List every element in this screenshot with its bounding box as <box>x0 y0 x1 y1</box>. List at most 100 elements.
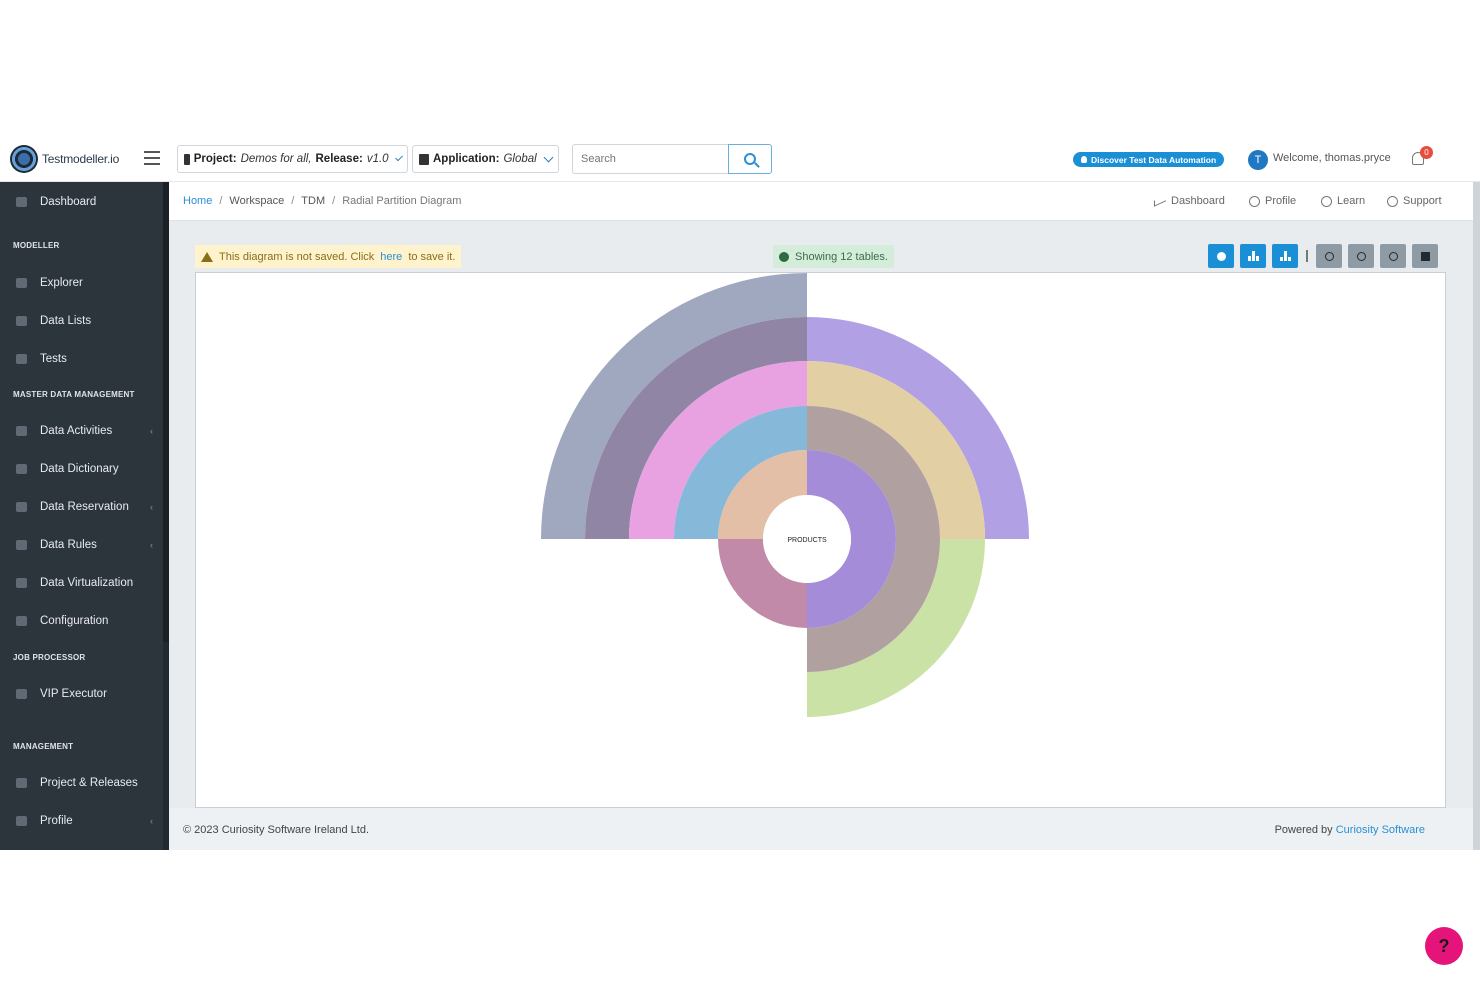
folder-icon <box>16 778 27 788</box>
unsaved-warning: This diagram is not saved. Click here to… <box>195 245 462 268</box>
rocket-icon <box>16 354 27 364</box>
top-navbar: Testmodeller.io Project: Demos for all, … <box>0 136 1480 182</box>
search-button[interactable] <box>728 144 772 174</box>
breadcrumb-tdm[interactable]: TDM <box>301 195 325 207</box>
sidebar-item-label: Tests <box>40 353 67 365</box>
sidebar-item-label: Data Virtualization <box>40 577 134 589</box>
chevron-down-icon <box>394 153 403 162</box>
stop-button[interactable] <box>1412 244 1438 268</box>
save-link[interactable]: here <box>380 251 402 263</box>
diagram-canvas[interactable]: PRODUCTS <box>195 272 1446 808</box>
brand-logo[interactable]: Testmodeller.io <box>10 145 119 173</box>
sidebar-item-label: Data Dictionary <box>40 463 119 475</box>
quick-link-label: Dashboard <box>1171 195 1225 207</box>
application-selector[interactable]: Application: Global <box>412 145 559 173</box>
content-scrollbar[interactable] <box>1473 182 1480 850</box>
explorer-icon <box>16 278 27 288</box>
powered-link[interactable]: Curiosity Software <box>1336 824 1425 836</box>
trend-icon <box>1154 195 1166 207</box>
sidebar: Dashboard MODELLER Explorer Data Lists T… <box>0 182 169 850</box>
quick-link-support[interactable]: Support <box>1387 195 1442 207</box>
project-label: Project: <box>193 153 237 165</box>
stop-icon <box>1420 251 1430 261</box>
sidebar-item-label: Data Lists <box>40 315 92 327</box>
project-value: Demos for all, <box>240 153 312 165</box>
sidebar-item-project-releases[interactable]: Project & Releases <box>0 771 163 795</box>
sidebar-item-dashboard[interactable]: Dashboard <box>0 190 163 214</box>
help-icon: ? <box>1438 935 1450 956</box>
quick-link-label: Learn <box>1337 195 1366 207</box>
hierarchy-icon <box>1247 251 1259 261</box>
sidebar-item-data-virtualization[interactable]: Data Virtualization <box>0 571 163 595</box>
quick-link-label: Support <box>1403 195 1442 207</box>
project-release-selector[interactable]: Project: Demos for all, Release: v1.0 <box>177 145 408 173</box>
users-icon <box>16 426 27 436</box>
app-window: Testmodeller.io Project: Demos for all, … <box>0 136 1480 965</box>
info-icon <box>1321 195 1332 207</box>
sidebar-item-data-activities[interactable]: Data Activities ‹ <box>0 419 163 443</box>
quick-link-learn[interactable]: Learn <box>1321 195 1365 207</box>
section-master-data-management: MASTER DATA MANAGEMENT <box>13 390 135 399</box>
logo-icon <box>10 145 38 173</box>
release-label: Release: <box>315 153 363 165</box>
sidebar-item-data-rules[interactable]: Data Rules ‹ <box>0 533 163 557</box>
breadcrumb: Home / Workspace / TDM / Radial Partitio… <box>183 195 461 207</box>
sidebar-item-configuration[interactable]: Configuration <box>0 609 163 633</box>
chevron-down-icon <box>543 152 554 163</box>
user-icon <box>16 689 27 699</box>
avatar[interactable]: T <box>1248 150 1268 170</box>
chevron-left-icon: ‹ <box>150 502 153 512</box>
notification-badge: 0 <box>1420 146 1433 159</box>
application-label: Application: <box>433 153 500 165</box>
help-fab-button[interactable]: ? <box>1425 927 1463 965</box>
warning-icon <box>201 251 213 262</box>
download-button[interactable] <box>1272 244 1298 268</box>
section-job-processor: JOB PROCESSOR <box>13 653 86 662</box>
diagram-toolbar <box>1208 244 1438 268</box>
gear-icon <box>16 616 27 626</box>
sidebar-item-explorer[interactable]: Explorer <box>0 271 163 295</box>
quick-link-dashboard[interactable]: Dashboard <box>1154 195 1225 207</box>
sidebar-item-tests[interactable]: Tests <box>0 347 163 371</box>
zoom-in-button[interactable] <box>1348 244 1374 268</box>
sidebar-item-data-reservation[interactable]: Data Reservation ‹ <box>0 495 163 519</box>
sidebar-item-data-dictionary[interactable]: Data Dictionary <box>0 457 163 481</box>
zoom-fit-icon <box>1324 251 1334 261</box>
download-icon <box>1279 251 1291 261</box>
sidebar-item-vip-executor[interactable]: VIP Executor <box>0 682 163 706</box>
zoom-fit-button[interactable] <box>1316 244 1342 268</box>
chevron-left-icon: ‹ <box>150 540 153 550</box>
lightbulb-icon <box>1081 156 1087 163</box>
sidebar-item-label: Dashboard <box>40 196 97 208</box>
sidebar-item-data-lists[interactable]: Data Lists <box>0 309 163 333</box>
hierarchy-button[interactable] <box>1240 244 1266 268</box>
server-icon <box>16 578 27 588</box>
sidebar-item-profile[interactable]: Profile ‹ <box>0 809 163 833</box>
search-input[interactable] <box>572 144 728 174</box>
sidebar-item-label: Data Activities <box>40 425 113 437</box>
sidebar-item-label: Data Rules <box>40 539 97 551</box>
breadcrumb-bar: Home / Workspace / TDM / Radial Partitio… <box>169 182 1473 221</box>
warning-text-suffix: to save it. <box>408 250 456 263</box>
copyright-text: © 2023 Curiosity Software Ireland Ltd. <box>183 824 370 836</box>
breadcrumb-home[interactable]: Home <box>183 195 212 207</box>
powered-by: Powered by Curiosity Software <box>1275 824 1425 836</box>
discover-tda-button[interactable]: Discover Test Data Automation <box>1073 152 1225 167</box>
sidebar-item-label: Profile <box>40 815 73 827</box>
zoom-out-button[interactable] <box>1380 244 1406 268</box>
radial-partition-diagram[interactable]: PRODUCTS <box>196 273 1445 807</box>
menu-toggle-icon[interactable] <box>144 151 160 165</box>
breadcrumb-workspace[interactable]: Workspace <box>229 195 284 207</box>
settings-icon <box>1216 251 1226 261</box>
chevron-left-icon: ‹ <box>150 816 153 826</box>
settings-button[interactable] <box>1208 244 1234 268</box>
dashboard-icon <box>16 197 27 207</box>
search-icon <box>744 153 756 165</box>
quick-link-profile[interactable]: Profile <box>1249 195 1296 207</box>
sidebar-item-label: VIP Executor <box>40 688 107 700</box>
warning-text: This diagram is not saved. Click <box>219 250 375 263</box>
powered-prefix: Powered by <box>1274 824 1333 836</box>
help-icon <box>1387 195 1398 207</box>
welcome-text[interactable]: Welcome, thomas.pryce <box>1273 152 1391 164</box>
users-icon <box>16 502 27 512</box>
